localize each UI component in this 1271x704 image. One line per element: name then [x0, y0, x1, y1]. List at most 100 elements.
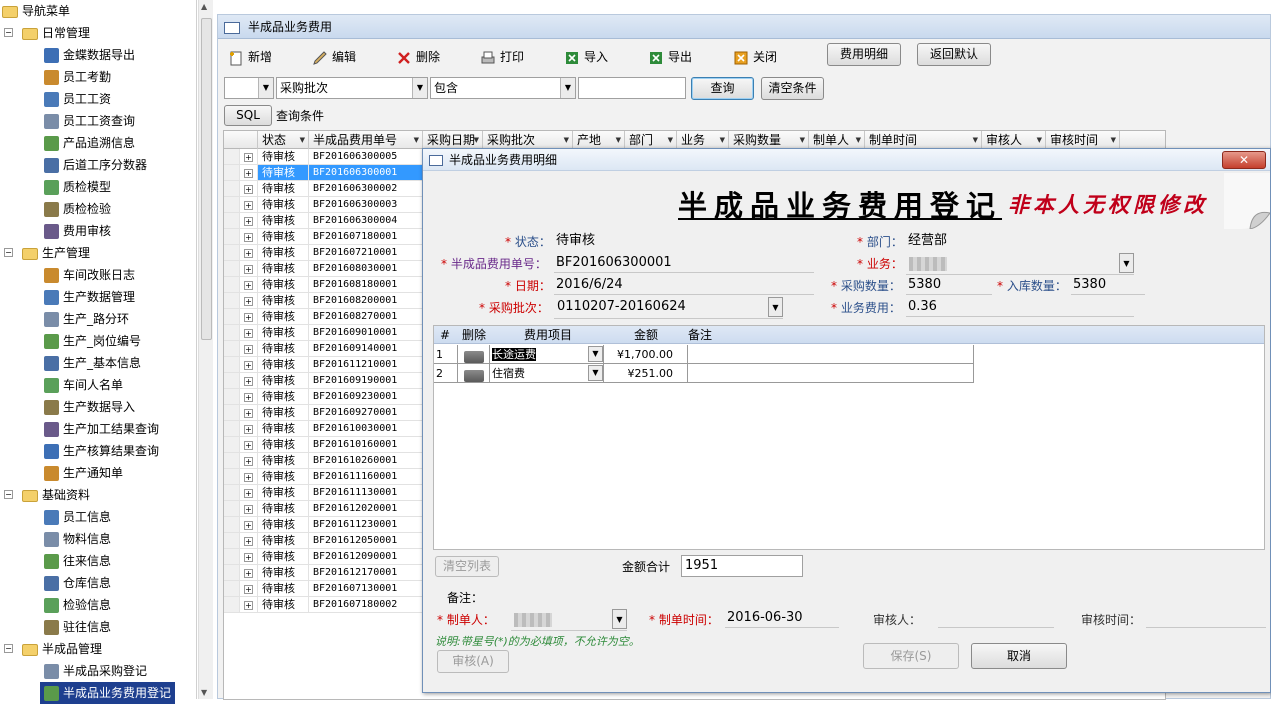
column-filter-icon[interactable]: ▼	[856, 131, 861, 149]
fee-field[interactable]: 0.36	[906, 297, 1134, 317]
status-cell[interactable]: 待审核	[258, 357, 309, 373]
chevron-down-icon[interactable]: ▼	[588, 346, 603, 362]
expand-icon[interactable]: +	[244, 536, 253, 546]
grid-column-header[interactable]: 业务 ▼	[677, 131, 729, 149]
fee-no-cell[interactable]: BF201609010001	[309, 325, 423, 341]
fee-no-cell[interactable]: BF201611210001	[309, 357, 423, 373]
nav-item[interactable]: 员工信息	[44, 506, 111, 528]
clear-list-button[interactable]: 清空列表	[435, 556, 499, 577]
print-button[interactable]: 打印	[480, 45, 524, 69]
row-indicator[interactable]	[224, 277, 240, 293]
row-indicator[interactable]	[224, 309, 240, 325]
column-filter-icon[interactable]: ▼	[616, 131, 621, 149]
status-cell[interactable]: 待审核	[258, 373, 309, 389]
status-cell[interactable]: 待审核	[258, 421, 309, 437]
fee-no-cell[interactable]: BF201607210001	[309, 245, 423, 261]
grid-column-header[interactable]: 制单时间 ▼	[865, 131, 982, 149]
expand-icon[interactable]: +	[244, 312, 253, 322]
row-indicator[interactable]	[224, 421, 240, 437]
date-field[interactable]: 2016/6/24	[554, 275, 814, 295]
delete-button[interactable]: 删除	[396, 45, 440, 69]
nav-item[interactable]: 车间人名单	[44, 374, 123, 396]
save-button[interactable]: 保存(S)	[863, 643, 959, 669]
nav-item[interactable]: 质检模型	[44, 176, 111, 198]
row-expander[interactable]: +	[240, 309, 258, 325]
expand-icon[interactable]: +	[244, 600, 253, 610]
status-cell[interactable]: 待审核	[258, 277, 309, 293]
amount-cell[interactable]: ¥1,700.00	[604, 345, 688, 364]
row-indicator[interactable]	[224, 453, 240, 469]
nav-item[interactable]: 半成品业务费用登记	[40, 682, 176, 704]
grid-column-header[interactable]: 采购日期 ▼	[423, 131, 483, 149]
row-expander[interactable]: +	[240, 517, 258, 533]
nav-item[interactable]: 生产通知单	[44, 462, 123, 484]
status-cell[interactable]: 待审核	[258, 245, 309, 261]
nav-item[interactable]: 生产加工结果查询	[44, 418, 159, 440]
row-indicator[interactable]	[224, 181, 240, 197]
fee-no-cell[interactable]: BF201606300005	[309, 149, 423, 165]
clear-filter-button[interactable]: 清空条件	[761, 77, 824, 100]
fee-item-select[interactable]: 长途运费 ▼	[490, 345, 604, 364]
row-expander[interactable]: +	[240, 197, 258, 213]
nav-item[interactable]: 生产核算结果查询	[44, 440, 159, 462]
status-cell[interactable]: 待审核	[258, 213, 309, 229]
dialog-close-button[interactable]: ✕	[1222, 151, 1266, 169]
row-expander[interactable]: +	[240, 549, 258, 565]
expand-icon[interactable]: +	[244, 472, 253, 482]
nav-item[interactable]: 质检检验	[44, 198, 111, 220]
fee-no-cell[interactable]: BF201610160001	[309, 437, 423, 453]
nav-item[interactable]: 后道工序分数器	[44, 154, 147, 176]
row-indicator[interactable]	[224, 341, 240, 357]
status-cell[interactable]: 待审核	[258, 389, 309, 405]
fee-detail-button[interactable]: 费用明细	[827, 43, 901, 66]
nav-item[interactable]: 仓库信息	[44, 572, 111, 594]
maker-select[interactable]: ▼	[511, 609, 627, 631]
fee-no-cell[interactable]: BF201607180002	[309, 597, 423, 613]
expand-icon[interactable]: +	[244, 584, 253, 594]
expand-icon[interactable]: +	[244, 520, 253, 530]
grid-column-header[interactable]: 半成品费用单号 ▼	[309, 131, 423, 149]
status-cell[interactable]: 待审核	[258, 341, 309, 357]
biz-select[interactable]: ▼	[906, 253, 1134, 275]
grid-column-header[interactable]: 产地 ▼	[573, 131, 625, 149]
fee-no-cell[interactable]: BF201612020001	[309, 501, 423, 517]
column-filter-icon[interactable]: ▼	[1037, 131, 1042, 149]
collapse-icon[interactable]: −	[4, 644, 13, 653]
row-expander[interactable]: +	[240, 453, 258, 469]
row-indicator[interactable]	[224, 533, 240, 549]
row-indicator[interactable]	[224, 149, 240, 165]
nav-item[interactable]: 物料信息	[44, 528, 111, 550]
nav-item[interactable]: 员工工资查询	[44, 110, 135, 132]
fee-no-cell[interactable]: BF201608270001	[309, 309, 423, 325]
expand-icon[interactable]: +	[244, 280, 253, 290]
expand-icon[interactable]: +	[244, 360, 253, 370]
row-expander[interactable]: +	[240, 149, 258, 165]
fee-no-cell[interactable]: BF201609270001	[309, 405, 423, 421]
amount-cell[interactable]: ¥251.00	[604, 364, 688, 383]
status-cell[interactable]: 待审核	[258, 581, 309, 597]
fee-no-cell[interactable]: BF201609190001	[309, 373, 423, 389]
expand-icon[interactable]: +	[244, 568, 253, 578]
row-indicator[interactable]	[224, 245, 240, 261]
row-indicator[interactable]	[224, 229, 240, 245]
expand-icon[interactable]: +	[244, 296, 253, 306]
fee-item-row[interactable]: 2 住宿费 ▼ ¥251.00	[434, 364, 974, 383]
nav-group[interactable]: − 生产管理	[4, 242, 90, 264]
sql-button[interactable]: SQL	[224, 105, 272, 126]
row-expander[interactable]: +	[240, 325, 258, 341]
collapse-icon[interactable]: −	[4, 28, 13, 37]
fee-no-cell[interactable]: BF201608180001	[309, 277, 423, 293]
fee-no-cell[interactable]: BF201606300001	[309, 165, 423, 181]
status-cell[interactable]: 待审核	[258, 501, 309, 517]
expand-icon[interactable]: +	[244, 152, 253, 162]
row-expander[interactable]: +	[240, 341, 258, 357]
column-filter-icon[interactable]: ▼	[1111, 131, 1116, 149]
close-button[interactable]: 关闭	[733, 45, 777, 69]
row-expander[interactable]: +	[240, 437, 258, 453]
expand-icon[interactable]: +	[244, 264, 253, 274]
status-cell[interactable]: 待审核	[258, 437, 309, 453]
row-indicator[interactable]	[224, 357, 240, 373]
nav-root[interactable]: 导航菜单	[2, 0, 70, 22]
filter-operator-select[interactable]: 包含 ▼	[430, 77, 576, 99]
status-cell[interactable]: 待审核	[258, 165, 309, 181]
